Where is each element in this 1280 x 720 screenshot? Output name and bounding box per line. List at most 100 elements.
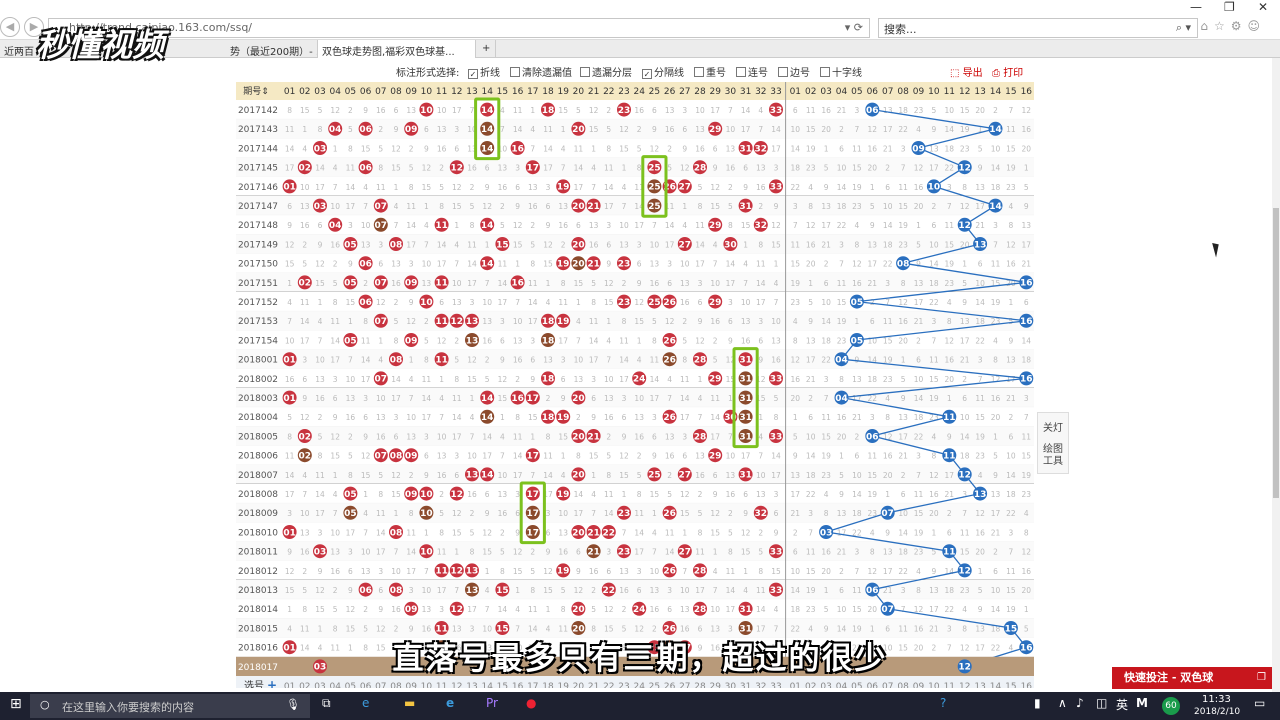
miss-value: 13 xyxy=(695,125,705,134)
file-explorer-icon[interactable]: ▬ xyxy=(404,696,415,710)
blue-header-11: 11 xyxy=(944,87,955,97)
miss-value: 6 xyxy=(758,336,763,345)
miss-value: 13 xyxy=(756,490,766,499)
search-icon[interactable]: ⌕ ▾ xyxy=(1176,21,1191,35)
miss-value: 7 xyxy=(1009,106,1014,115)
minimize-icon[interactable]: — xyxy=(1190,0,1202,14)
period-cell: 2017153 xyxy=(238,317,278,327)
print-button[interactable]: ⎙ 打印 xyxy=(992,64,1023,79)
miss-value: 6 xyxy=(302,375,307,384)
red-ball-number: 31 xyxy=(739,471,752,481)
tab-3[interactable]: 双色球走势图,福彩双色球基... xyxy=(318,40,476,58)
miss-value: 16 xyxy=(589,240,599,249)
miss-value: 14 xyxy=(361,356,371,365)
miss-value: 3 xyxy=(515,164,520,173)
miss-value: 6 xyxy=(855,452,860,461)
quick-bet-button[interactable]: 快速投注 - 双色球 ❐ xyxy=(1112,667,1272,689)
miss-value: 17 xyxy=(285,490,295,499)
miss-value: 7 xyxy=(839,260,844,269)
miss-value: 10 xyxy=(991,144,1001,153)
miss-value: 19 xyxy=(806,144,816,153)
miss-value: 7 xyxy=(439,413,444,422)
help-icon[interactable]: ? xyxy=(940,696,946,710)
miss-value: 1 xyxy=(500,413,505,422)
miss-value: 6 xyxy=(546,528,551,537)
miss-value: 1 xyxy=(932,528,937,537)
miss-value: 7 xyxy=(901,605,906,614)
option-miss-layer[interactable]: 遗漏分层 xyxy=(580,64,632,79)
ie-browser-icon[interactable]: e xyxy=(446,696,454,710)
tab-bar: 近两百 势（最近200期）- ... 双色球走势图,福彩双色球基... + xyxy=(0,40,1280,58)
miss-value: 14 xyxy=(710,413,720,422)
option-clear-miss[interactable]: 清除遗漏值 xyxy=(510,64,572,79)
new-tab-icon[interactable]: + xyxy=(478,40,496,58)
miss-value: 7 xyxy=(667,394,672,403)
miss-value: 6 xyxy=(637,586,642,595)
miss-value: 15 xyxy=(929,375,939,384)
miss-value: 23 xyxy=(883,375,893,384)
miss-value: 9 xyxy=(743,509,748,518)
address-bar[interactable]: http://trend.caipiao.163.com/ssq/▾ ⟳ xyxy=(48,18,870,38)
miss-value: 14 xyxy=(589,336,599,345)
export-button[interactable]: ⬚ 导出 xyxy=(950,64,983,79)
miss-value: 1 xyxy=(743,567,748,576)
miss-value: 15 xyxy=(710,528,720,537)
recorder-icon[interactable]: ● xyxy=(526,696,536,710)
miss-value: 3 xyxy=(885,279,890,288)
close-icon[interactable]: ✕ xyxy=(1258,0,1268,14)
miss-value: 23 xyxy=(806,164,816,173)
miss-value: 12 xyxy=(898,298,908,307)
option-edge[interactable]: 边号 xyxy=(778,64,810,79)
miss-value: 1 xyxy=(454,221,459,230)
red-header-13: 13 xyxy=(466,87,477,97)
miss-value: 17 xyxy=(929,164,939,173)
browser-tools-icons[interactable]: ⌂☆⚙☺ xyxy=(1200,19,1266,33)
miss-value: 17 xyxy=(975,202,985,211)
ime-label[interactable]: 英 xyxy=(1116,696,1128,713)
miss-value: 15 xyxy=(528,413,538,422)
miss-value: 7 xyxy=(591,183,596,192)
miss-value: 14 xyxy=(883,221,893,230)
task-view-icon[interactable]: ⧉ xyxy=(322,696,331,711)
tray-up-icon[interactable]: ∧ xyxy=(1058,696,1067,710)
edge-browser-icon[interactable]: e xyxy=(362,696,369,710)
restore-icon[interactable]: ❐ xyxy=(1224,0,1235,14)
miss-value: 17 xyxy=(791,490,801,499)
windows-start-icon[interactable]: ⊞ xyxy=(10,696,22,712)
miss-value: 1 xyxy=(728,394,733,403)
search-box[interactable]: 搜索... ⌕ ▾ xyxy=(878,18,1198,38)
scrollbar-thumb[interactable] xyxy=(1273,208,1279,498)
option-crosshair[interactable]: 十字线 xyxy=(820,64,862,79)
draw-tools-button[interactable]: 绘图工具 xyxy=(1038,434,1068,468)
red-ball-number: 31 xyxy=(739,413,752,423)
premiere-icon[interactable]: Pr xyxy=(486,696,498,710)
select-red-29: 29 xyxy=(709,682,721,688)
miss-value: 11 xyxy=(498,260,508,269)
back-arrow-icon[interactable]: ◀ xyxy=(0,17,20,37)
miss-value: 8 xyxy=(758,240,763,249)
taskbar-search[interactable]: 在这里输入你要搜索的内容 ○ 🎙 xyxy=(30,694,310,718)
refresh-icon[interactable]: ▾ ⟳ xyxy=(845,21,863,34)
option-separator[interactable]: ✓ 分隔线 xyxy=(642,64,684,79)
network-icon[interactable]: ◫ xyxy=(1096,696,1107,710)
miss-value: 17 xyxy=(771,144,781,153)
ime-m-icon[interactable]: M xyxy=(1136,696,1148,710)
option-repeat[interactable]: 重号 xyxy=(694,64,726,79)
volume-icon[interactable]: ♪ xyxy=(1076,696,1084,710)
miss-value: 6 xyxy=(576,221,581,230)
miss-value: 5 xyxy=(530,567,535,576)
miss-value: 15 xyxy=(852,605,862,614)
option-zhexian[interactable]: ✓ 折线 xyxy=(468,64,500,79)
lights-button[interactable]: 关灯 xyxy=(1038,413,1068,434)
blue-ball-number: 11 xyxy=(943,452,956,462)
notification-icon[interactable]: ▭ xyxy=(1254,696,1265,710)
option-consecutive[interactable]: 连号 xyxy=(736,64,768,79)
miss-value: 14 xyxy=(991,164,1001,173)
red-ball-number: 12 xyxy=(451,490,464,500)
page-scrollbar[interactable] xyxy=(1272,58,1280,692)
select-red-07: 07 xyxy=(375,682,386,688)
select-blue-15: 15 xyxy=(1005,682,1016,688)
miss-value: 12 xyxy=(665,317,675,326)
red-ball-number: 01 xyxy=(283,528,296,538)
red-ball-number: 14 xyxy=(481,413,494,423)
